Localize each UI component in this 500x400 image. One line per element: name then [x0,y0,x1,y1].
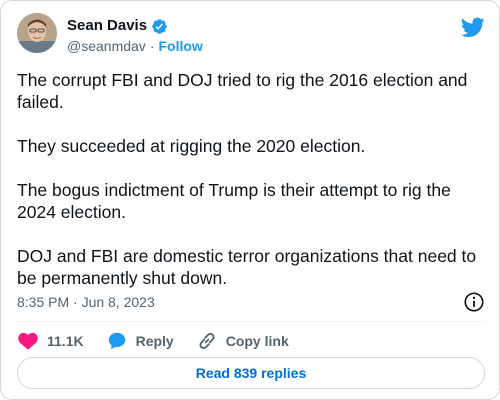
avatar[interactable] [17,13,57,53]
reply-label: Reply [135,333,174,349]
link-icon [199,333,215,349]
tweet-body: The corrupt FBI and DOJ tried to rig the… [17,69,487,289]
twitter-bird-icon[interactable] [460,15,485,39]
tweet-paragraph: The bogus indictment of Trump is their a… [17,180,451,222]
reply-button[interactable]: Reply [106,330,174,352]
tweet-meta-row: 8:35 PM · Jun 8, 2023 [17,291,485,313]
verified-badge-icon [151,18,168,35]
divider [17,321,485,322]
read-replies-button[interactable]: Read 839 replies [17,357,485,389]
tweet-actions: 11.1K Reply Copy link [17,329,311,353]
tweet-paragraph: They succeeded at rigging the 2020 elect… [17,136,366,156]
like-count: 11.1K [47,333,84,349]
author-display-name[interactable]: Sean Davis [67,16,147,36]
copy-link-button[interactable]: Copy link [196,330,289,352]
author-name-row: Sean Davis [67,16,168,36]
like-button[interactable]: 11.1K [17,330,84,352]
info-icon[interactable] [463,291,485,313]
tweet-paragraph: The corrupt FBI and DOJ tried to rig the… [17,70,468,112]
heart-icon [18,332,38,350]
author-handle[interactable]: @seanmdav [67,37,146,55]
tweet-card: Sean Davis @seanmdav · Follow The corrup… [0,0,500,400]
reply-bubble-icon [108,332,125,350]
tweet-timestamp[interactable]: 8:35 PM · Jun 8, 2023 [17,294,155,310]
tweet-header: Sean Davis @seanmdav · Follow [17,13,485,59]
follow-link[interactable]: Follow [158,37,202,55]
separator-dot: · [149,38,155,54]
tweet-paragraph: DOJ and FBI are domestic terror organiza… [17,246,477,288]
author-handle-row: @seanmdav · Follow [67,37,203,55]
copy-link-label: Copy link [225,333,289,349]
